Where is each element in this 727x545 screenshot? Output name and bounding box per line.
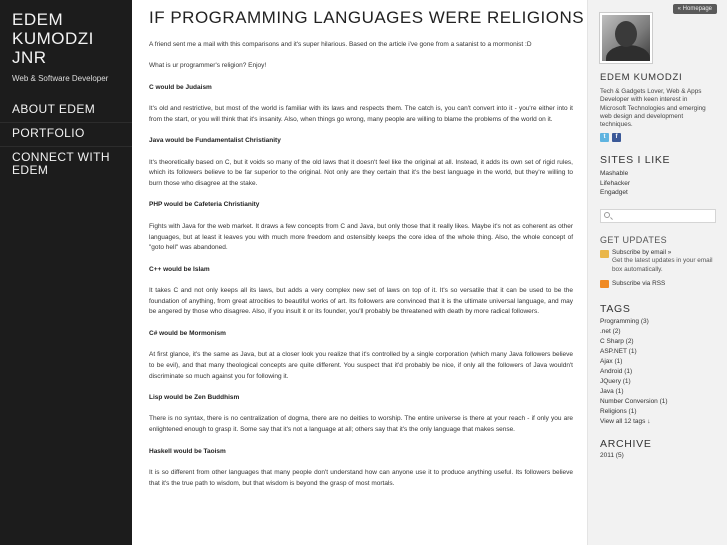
- tags-title: TAGS: [600, 303, 631, 316]
- subscribe-email-link[interactable]: Subscribe by email »: [612, 249, 715, 257]
- rss-icon: [600, 280, 609, 289]
- twitter-icon[interactable]: t: [600, 133, 609, 143]
- tags-list: Programming (3) .net (2) C Sharp (2) ASP.NE…: [600, 317, 715, 426]
- tag-link[interactable]: Android (1): [600, 367, 715, 377]
- site-title[interactable]: EDEM KUMODZI JNR: [0, 0, 132, 67]
- post-subheading: C++ would be Islam: [149, 265, 210, 273]
- post-subheading: C# would be Mormonism: [149, 329, 226, 337]
- post-paragraph: Fights with Java for the web market. It …: [149, 222, 573, 252]
- post-subheading: Java would be Fundamentalist Christianit…: [149, 137, 281, 145]
- subscribe-email[interactable]: Subscribe by email » Get the latest upda…: [600, 249, 715, 274]
- post-body: A friend sent me a mail with this compar…: [149, 40, 573, 489]
- tag-link[interactable]: JQuery (1): [600, 377, 715, 387]
- nav-item-portfolio[interactable]: PORTFOLIO: [0, 122, 132, 146]
- post-paragraph: There is no syntax, there is no centrali…: [149, 415, 573, 434]
- right-sidebar: « Homepage EDEM KUMODZI Tech & Gadgets L…: [587, 0, 727, 545]
- sites-title: SITES I LIKE: [600, 154, 671, 167]
- avatar[interactable]: [600, 13, 652, 63]
- tag-link[interactable]: Java (1): [600, 387, 715, 397]
- post-subheading: Lisp would be Zen Buddhism: [149, 394, 240, 402]
- subscribe-rss-link[interactable]: Subscribe via RSS: [612, 280, 665, 289]
- post-paragraph: It takes C and not only keeps all its la…: [149, 287, 573, 316]
- author-name: EDEM KUMODZI: [600, 72, 683, 83]
- nav-item-label[interactable]: EDEM: [12, 164, 120, 177]
- tag-link[interactable]: C Sharp (2): [600, 337, 715, 347]
- site-title-line[interactable]: EDEM: [12, 10, 120, 29]
- nav-item-connect[interactable]: CONNECT WITH EDEM: [0, 146, 132, 183]
- post-paragraph: What is ur programmer's religion? Enjoy!: [149, 62, 267, 70]
- left-sidebar: EDEM KUMODZI JNR Web & Software Develope…: [0, 0, 132, 545]
- post-paragraph: At first glance, it's the same as Java, …: [149, 351, 573, 380]
- tag-link[interactable]: Number Conversion (1): [600, 397, 715, 407]
- nav-item-label[interactable]: PORTFOLIO: [12, 127, 120, 140]
- subscribe-rss[interactable]: Subscribe via RSS: [600, 280, 715, 289]
- site-link[interactable]: Mashable: [600, 169, 715, 178]
- tag-link[interactable]: Religions (1): [600, 407, 715, 417]
- tag-link[interactable]: Ajax (1): [600, 357, 715, 367]
- sites-list: Mashable Lifehacker Engadget: [600, 169, 715, 197]
- main-content: IF PROGRAMMING LANGUAGES WERE RELIGIONS …: [132, 0, 587, 545]
- site-title-line[interactable]: JNR: [12, 48, 120, 67]
- post-subheading: Haskell would be Taoism: [149, 447, 226, 455]
- site-title-line[interactable]: KUMODZI: [12, 29, 120, 48]
- site-tagline: Web & Software Developer: [12, 74, 109, 83]
- archive-title: ARCHIVE: [600, 438, 652, 451]
- nav-item-label[interactable]: ABOUT EDEM: [12, 103, 120, 116]
- search-icon: [604, 212, 610, 219]
- subscribe-email-desc: Get the latest updates in your email box…: [612, 257, 713, 273]
- facebook-icon[interactable]: f: [612, 133, 621, 143]
- social-links: t f: [600, 133, 715, 143]
- post-subheading: PHP would be Cafeteria Christianity: [149, 201, 260, 209]
- site-link[interactable]: Lifehacker: [600, 179, 715, 188]
- nav-item-about[interactable]: ABOUT EDEM: [0, 99, 132, 122]
- post-paragraph: It's theoretically based on C, but it vo…: [149, 158, 573, 188]
- site-link[interactable]: Engadget: [600, 188, 715, 197]
- tag-link[interactable]: Programming (3): [600, 317, 715, 327]
- tag-link[interactable]: ASP.NET (1): [600, 347, 715, 357]
- archive-link[interactable]: 2011 (5): [600, 451, 715, 460]
- post-title[interactable]: IF PROGRAMMING LANGUAGES WERE RELIGIONS …: [149, 8, 587, 28]
- homepage-button[interactable]: « Homepage: [672, 4, 717, 14]
- post-paragraph: It is so different from other languages …: [149, 468, 573, 487]
- author-bio: Tech & Gadgets Lover, Web & Apps Develop…: [600, 88, 706, 129]
- search-input[interactable]: [600, 209, 716, 224]
- main-nav: ABOUT EDEM PORTFOLIO CONNECT WITH EDEM: [0, 99, 132, 183]
- updates-title: GET UPDATES: [600, 235, 668, 246]
- post-paragraph: A friend sent me a mail with this compar…: [149, 41, 532, 48]
- archive-list: 2011 (5): [600, 451, 715, 460]
- email-icon: [600, 249, 609, 258]
- post-paragraph: It's old and restrictive, but most of th…: [149, 105, 573, 123]
- tag-link[interactable]: View all 12 tags ↓: [600, 417, 715, 427]
- tag-link[interactable]: .net (2): [600, 327, 715, 337]
- post-subheading: C would be Judaism: [149, 83, 212, 91]
